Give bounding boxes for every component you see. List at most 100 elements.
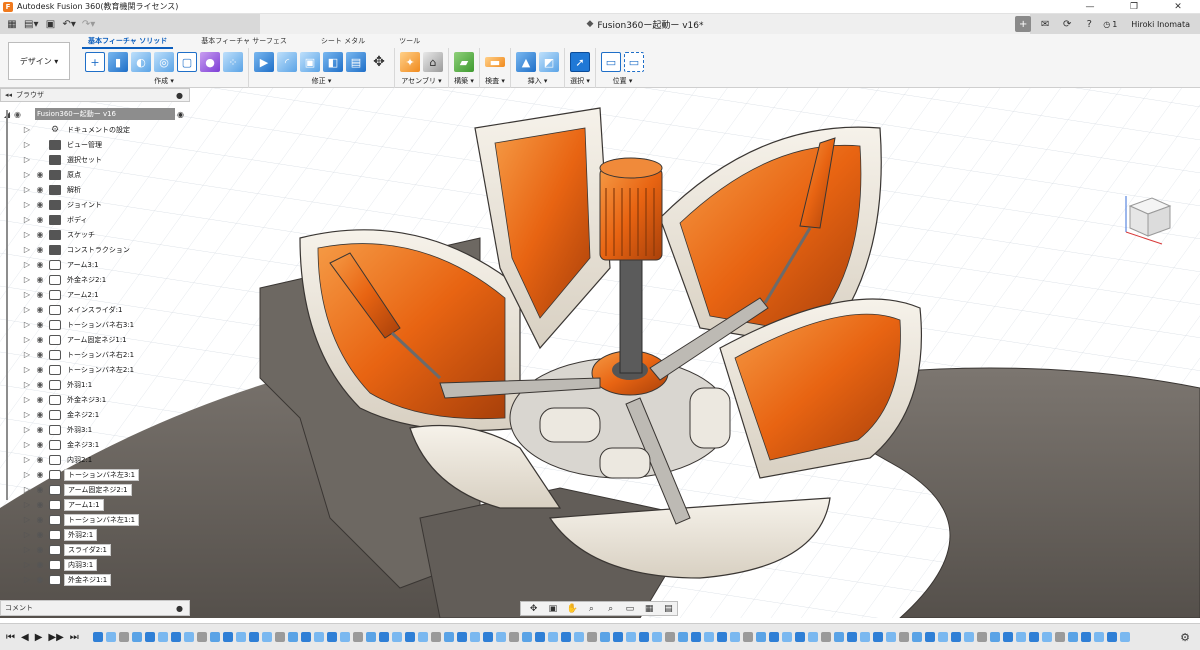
timeline-feature-icon[interactable] (300, 632, 311, 642)
new-tab-icon[interactable]: + (1015, 16, 1032, 32)
expand-triangle-icon[interactable]: ▷ (20, 335, 34, 344)
timeline-feature-icon[interactable] (287, 632, 298, 642)
insert-canvas-icon[interactable]: ◩ (539, 52, 559, 72)
zoom-icon[interactable]: ⌕ (583, 603, 600, 615)
viewports-icon[interactable]: ▤ (660, 603, 677, 615)
visibility-eye-icon[interactable]: ◉ (34, 380, 46, 389)
browser-item[interactable]: ▷ ◉ コンストラクション (0, 242, 190, 257)
timeline-feature-icon[interactable] (183, 632, 194, 642)
visibility-eye-icon[interactable]: ◉ (34, 320, 46, 329)
create-sketch-icon[interactable]: + (85, 52, 105, 72)
browser-item[interactable]: ▷ ⚙ ドキュメントの設定 (0, 122, 190, 137)
timeline-feature-icon[interactable] (1028, 632, 1039, 642)
visibility-eye-icon[interactable]: ◉ (34, 560, 46, 569)
expand-triangle-icon[interactable]: ▷ (20, 410, 34, 419)
timeline-feature-icon[interactable] (872, 632, 883, 642)
timeline-feature-icon[interactable] (638, 632, 649, 642)
select-cursor-icon[interactable]: ➚ (570, 52, 590, 72)
go-to-start-icon[interactable]: ⏮ (6, 632, 15, 643)
visibility-eye-icon[interactable]: ◉ (34, 275, 46, 284)
expand-triangle-icon[interactable]: ▷ (20, 305, 34, 314)
timeline-feature-icon[interactable] (1067, 632, 1078, 642)
job-status-icon[interactable]: ⟳ (1059, 16, 1075, 32)
expand-triangle-icon[interactable]: ▷ (20, 170, 34, 179)
revolve-icon[interactable]: ◐ (131, 52, 151, 72)
timeline-feature-icon[interactable] (911, 632, 922, 642)
hole-icon[interactable]: ◎ (154, 52, 174, 72)
timeline-feature-icon[interactable] (1119, 632, 1130, 642)
expand-triangle-icon[interactable]: ▷ (20, 125, 34, 134)
timeline-feature-icon[interactable] (560, 632, 571, 642)
timeline-feature-icon[interactable] (898, 632, 909, 642)
orbit-icon[interactable]: ✥ (525, 603, 542, 615)
visibility-eye-icon[interactable]: ◉ (34, 335, 46, 344)
expand-triangle-icon[interactable]: ▷ (20, 290, 34, 299)
browser-item[interactable]: ▷ ◉ スケッチ (0, 227, 190, 242)
offset-plane-icon[interactable]: ▰ (454, 52, 474, 72)
visibility-eye-icon[interactable]: ◉ (34, 440, 46, 449)
expand-triangle-icon[interactable]: ▷ (20, 380, 34, 389)
timeline-feature-icon[interactable] (547, 632, 558, 642)
timeline-feature-icon[interactable] (378, 632, 389, 642)
combine-icon[interactable]: ◧ (323, 52, 343, 72)
select-group-label[interactable]: 選択 ▾ (570, 76, 590, 86)
timeline-feature-icon[interactable] (859, 632, 870, 642)
create-group-label[interactable]: 作成 ▾ (154, 76, 174, 86)
step-forward-icon[interactable]: ▶▶ (48, 632, 63, 643)
timeline-feature-icon[interactable] (417, 632, 428, 642)
workspace-switcher-button[interactable]: デザイン ▾ (8, 42, 70, 80)
visibility-eye-icon[interactable]: ◉ (34, 215, 46, 224)
go-to-end-icon[interactable]: ⏭ (70, 632, 79, 643)
browser-item[interactable]: ▷ ◉ 外金ネジ3:1 (0, 392, 190, 407)
timeline-feature-icon[interactable] (157, 632, 168, 642)
extrude-icon[interactable]: ▮ (108, 52, 128, 72)
root-component[interactable]: Fusion360ー起動ー v16 (34, 108, 175, 120)
timeline-feature-icon[interactable] (313, 632, 324, 642)
timeline-feature-icon[interactable] (1015, 632, 1026, 642)
browser-item[interactable]: ▷ ◉ 外羽1:1 (0, 377, 190, 392)
timeline-feature-icon[interactable] (625, 632, 636, 642)
timeline-feature-icon[interactable] (196, 632, 207, 642)
timeline-feature-icon[interactable] (508, 632, 519, 642)
expand-triangle-icon[interactable]: ▷ (20, 455, 34, 464)
inspect-group-label[interactable]: 検査 ▾ (485, 76, 505, 86)
timeline-feature-icon[interactable] (989, 632, 1000, 642)
browser-item[interactable]: ▷ ◉ スライダ2:1 (0, 542, 190, 557)
timeline-feature-icon[interactable] (430, 632, 441, 642)
timeline-feature-icon[interactable] (456, 632, 467, 642)
modify-group-label[interactable]: 修正 ▾ (312, 76, 332, 86)
expand-triangle-icon[interactable]: ▷ (20, 350, 34, 359)
timeline-feature-icon[interactable] (261, 632, 272, 642)
timeline-feature-icon[interactable] (1080, 632, 1091, 642)
expand-triangle-icon[interactable]: ▷ (20, 485, 34, 494)
timeline-feature-icon[interactable] (794, 632, 805, 642)
browser-item[interactable]: ▷ ◉ 外金ネジ2:1 (0, 272, 190, 287)
timeline-feature-icon[interactable] (521, 632, 532, 642)
timeline-feature-icon[interactable] (235, 632, 246, 642)
play-icon[interactable]: ▶ (35, 632, 43, 643)
visibility-eye-icon[interactable]: ◉ (34, 245, 46, 254)
timeline-feature-icon[interactable] (742, 632, 753, 642)
root-active-icon[interactable]: ◉ (177, 110, 184, 119)
move-icon[interactable]: ✥ (369, 52, 389, 72)
timeline-feature-icon[interactable] (963, 632, 974, 642)
visibility-eye-icon[interactable]: ◉ (34, 530, 46, 539)
browser-item[interactable]: ▷ ビュー管理 (0, 137, 190, 152)
timeline-feature-icon[interactable] (365, 632, 376, 642)
browser-item[interactable]: ▷ ◉ メインスライダ:1 (0, 302, 190, 317)
rectangle-pattern-icon[interactable]: ▢ (177, 52, 197, 72)
timeline-feature-icon[interactable] (820, 632, 831, 642)
timeline-feature-icon[interactable] (469, 632, 480, 642)
timeline-feature-icon[interactable] (248, 632, 259, 642)
expand-triangle-icon[interactable]: ▷ (20, 560, 34, 569)
browser-item[interactable]: ▷ ◉ 外金ネジ1:1 (0, 572, 190, 587)
timeline-feature-icon[interactable] (1093, 632, 1104, 642)
visibility-eye-icon[interactable]: ◉ (34, 200, 46, 209)
browser-item[interactable]: ▷ ◉ トーションバネ左3:1 (0, 467, 190, 482)
visibility-eye-icon[interactable]: ◉ (34, 545, 46, 554)
timeline-feature-icon[interactable] (651, 632, 662, 642)
browser-item[interactable]: ▷ ◉ 外羽3:1 (0, 422, 190, 437)
timeline-feature-icon[interactable] (391, 632, 402, 642)
browser-item[interactable]: ▷ ◉ トーションバネ左1:1 (0, 512, 190, 527)
browser-item[interactable]: ▷ ◉ 原点 (0, 167, 190, 182)
